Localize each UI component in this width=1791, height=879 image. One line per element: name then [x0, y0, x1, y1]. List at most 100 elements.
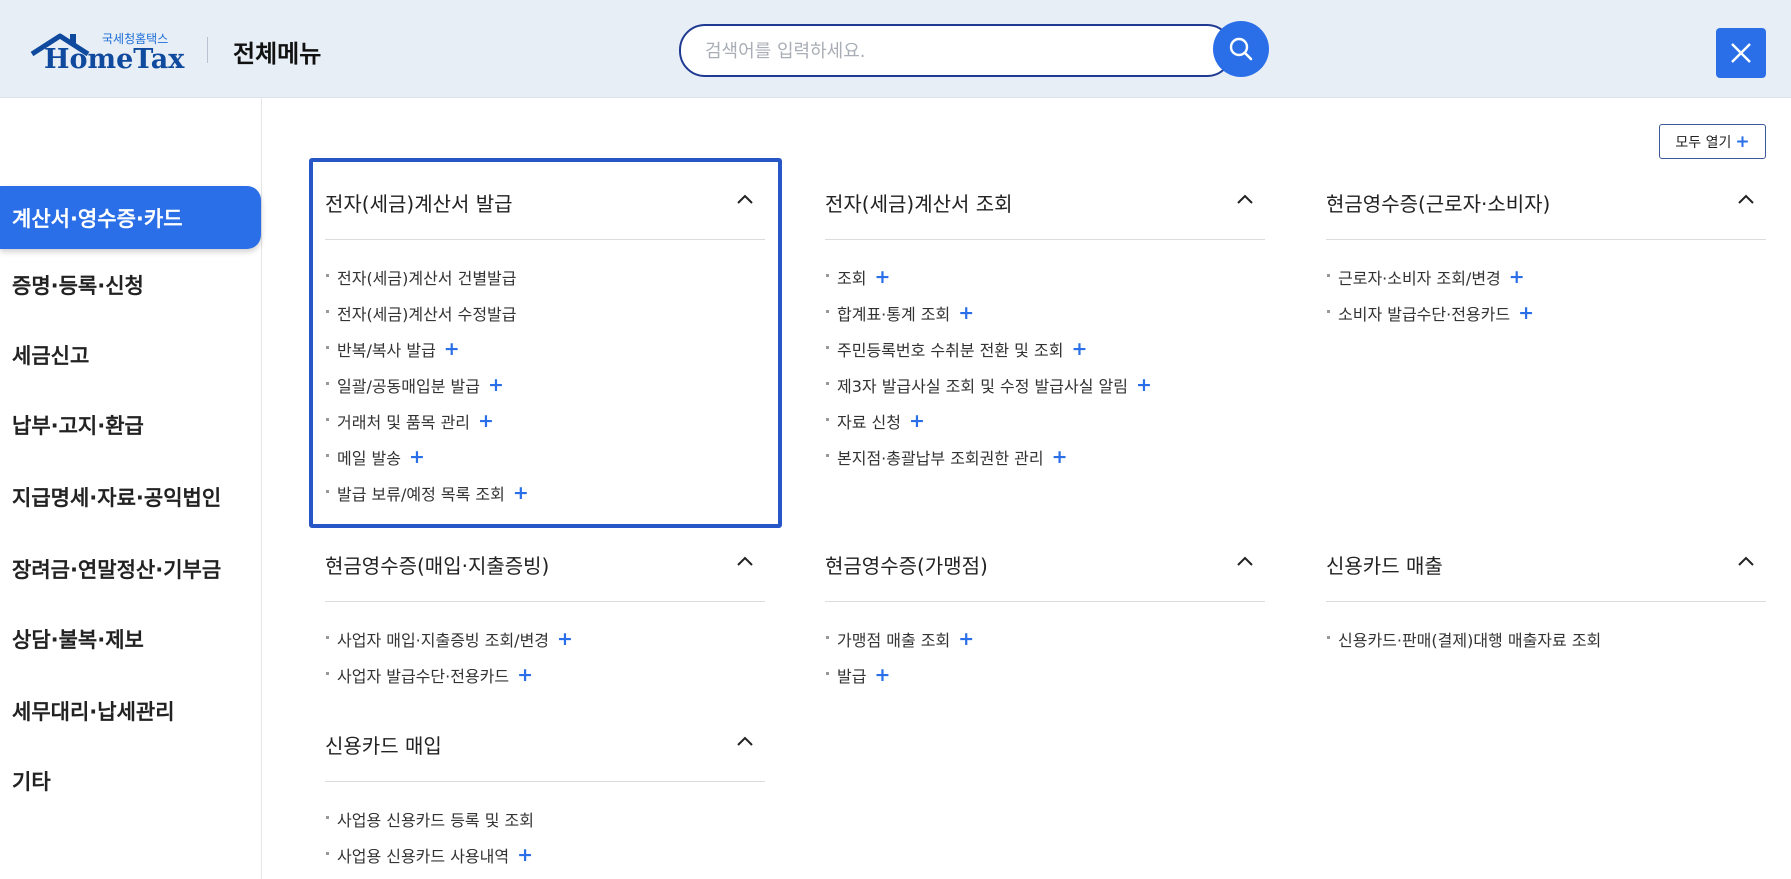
sidebar-item[interactable]: 세무대리·납세관리: [0, 679, 261, 743]
expand-plus-icon[interactable]: +: [488, 375, 504, 395]
chevron-up-icon[interactable]: [1738, 194, 1754, 204]
menu-link[interactable]: 근로자·소비자 조회/변경 +: [1326, 259, 1766, 295]
chevron-up-icon[interactable]: [737, 736, 753, 746]
section-header[interactable]: 전자(세금)계산서 조회: [825, 160, 1265, 240]
menu-link-label: 사업자 발급수단·전용카드: [337, 667, 510, 686]
menu-link[interactable]: 소비자 발급수단·전용카드 +: [1326, 295, 1766, 331]
expand-plus-icon[interactable]: +: [517, 845, 533, 865]
menu-link[interactable]: 가맹점 매출 조회 +: [825, 621, 1265, 657]
menu-link-label: 가맹점 매출 조회: [837, 631, 951, 650]
menu-link-label: 메일 발송: [337, 449, 401, 468]
hometax-logo[interactable]: 국세청홈택스 HomeTax: [28, 26, 188, 76]
expand-plus-icon[interactable]: +: [1518, 303, 1534, 323]
menu-link-label: 신용카드·판매(결제)대행 매출자료 조회: [1338, 631, 1602, 650]
expand-plus-icon[interactable]: +: [1052, 447, 1068, 467]
menu-link[interactable]: 반복/복사 발급 +: [325, 331, 765, 367]
expand-plus-icon[interactable]: +: [874, 267, 890, 287]
search-icon: [1229, 37, 1253, 61]
menu-link-label: 제3자 발급사실 조회 및 수정 발급사실 알림: [837, 377, 1128, 396]
menu-link[interactable]: 사업용 신용카드 등록 및 조회: [325, 801, 765, 837]
menu-link[interactable]: 사업자 발급수단·전용카드 +: [325, 657, 765, 693]
close-button[interactable]: [1716, 28, 1766, 78]
menu-link[interactable]: 신용카드·판매(결제)대행 매출자료 조회: [1326, 621, 1766, 657]
close-icon: [1731, 43, 1751, 63]
open-all-label: 모두 열기: [1675, 134, 1732, 151]
expand-plus-icon[interactable]: +: [478, 411, 494, 431]
expand-plus-icon[interactable]: +: [1509, 267, 1525, 287]
expand-plus-icon[interactable]: +: [513, 483, 529, 503]
menu-link-label: 발급: [837, 667, 867, 686]
expand-plus-icon[interactable]: +: [409, 447, 425, 467]
sidebar-item[interactable]: 기타: [0, 749, 261, 813]
section-header[interactable]: 현금영수증(가맹점): [825, 522, 1265, 602]
section-item-list: 신용카드·판매(결제)대행 매출자료 조회: [1326, 602, 1766, 657]
section-header[interactable]: 신용카드 매출: [1326, 522, 1766, 602]
search-box: [679, 24, 1233, 77]
menu-link-label: 소비자 발급수단·전용카드: [1338, 305, 1511, 324]
chevron-up-icon[interactable]: [737, 194, 753, 204]
expand-plus-icon[interactable]: +: [1071, 339, 1087, 359]
section-header[interactable]: 현금영수증(근로자·소비자): [1326, 160, 1766, 240]
menu-section: 신용카드 매출신용카드·판매(결제)대행 매출자료 조회: [1326, 522, 1766, 657]
chevron-up-icon[interactable]: [1237, 194, 1253, 204]
sidebar-item[interactable]: 증명·등록·신청: [0, 253, 261, 317]
expand-plus-icon[interactable]: +: [909, 411, 925, 431]
sidebar-item[interactable]: 세금신고: [0, 323, 261, 387]
expand-plus-icon[interactable]: +: [958, 629, 974, 649]
menu-link[interactable]: 발급 +: [825, 657, 1265, 693]
search-input[interactable]: [705, 38, 1165, 64]
search-button[interactable]: [1213, 21, 1269, 77]
menu-link-label: 사업자 매입·지출증빙 조회/변경: [337, 631, 550, 650]
sidebar-item[interactable]: 계산서·영수증·카드: [0, 186, 261, 249]
menu-link[interactable]: 거래처 및 품목 관리 +: [325, 403, 765, 439]
section-item-list: 조회 + 합계표·통계 조회 + 주민등록번호 수취분 전환 및 조회 + 제3자 발급사실…: [825, 240, 1265, 475]
menu-section: 신용카드 매입사업용 신용카드 등록 및 조회 사업용 신용카드 사용내역 +: [325, 702, 765, 873]
menu-link-label: 근로자·소비자 조회/변경: [1338, 269, 1501, 288]
menu-link[interactable]: 전자(세금)계산서 건별발급: [325, 259, 765, 295]
expand-plus-icon[interactable]: +: [1136, 375, 1152, 395]
expand-plus-icon[interactable]: +: [444, 339, 460, 359]
menu-link-label: 전자(세금)계산서 수정발급: [337, 305, 517, 324]
menu-link[interactable]: 제3자 발급사실 조회 및 수정 발급사실 알림 +: [825, 367, 1265, 403]
menu-link-label: 반복/복사 발급: [337, 341, 436, 360]
menu-link-label: 전자(세금)계산서 건별발급: [337, 269, 517, 288]
sidebar-item[interactable]: 장려금·연말정산·기부금: [0, 537, 261, 601]
header-bar: 국세청홈택스 HomeTax 전체메뉴: [0, 0, 1791, 98]
section-header[interactable]: 신용카드 매입: [325, 702, 765, 782]
page-title: 전체메뉴: [233, 40, 322, 68]
expand-plus-icon[interactable]: +: [874, 665, 890, 685]
menu-link[interactable]: 메일 발송 +: [325, 439, 765, 475]
chevron-up-icon[interactable]: [737, 556, 753, 566]
menu-link[interactable]: 주민등록번호 수취분 전환 및 조회 +: [825, 331, 1265, 367]
expand-plus-icon[interactable]: +: [557, 629, 573, 649]
open-all-button[interactable]: 모두 열기 +: [1659, 124, 1766, 159]
menu-link[interactable]: 사업자 매입·지출증빙 조회/변경 +: [325, 621, 765, 657]
sidebar-item[interactable]: 상담·불복·제보: [0, 607, 261, 671]
section-title: 현금영수증(근로자·소비자): [1326, 192, 1551, 216]
menu-section: 전자(세금)계산서 발급전자(세금)계산서 건별발급전자(세금)계산서 수정발급…: [325, 160, 765, 511]
menu-link[interactable]: 사업용 신용카드 사용내역 +: [325, 837, 765, 873]
sidebar-item[interactable]: 지급명세·자료·공익법인: [0, 465, 261, 529]
sidebar-item[interactable]: 납부·고지·환급: [0, 393, 261, 457]
header-divider: [207, 37, 208, 63]
section-title: 전자(세금)계산서 발급: [325, 192, 513, 216]
menu-link[interactable]: 자료 신청 +: [825, 403, 1265, 439]
section-header[interactable]: 전자(세금)계산서 발급: [325, 160, 765, 240]
menu-section: 현금영수증(근로자·소비자) 근로자·소비자 조회/변경 + 소비자 발급수단·전용카…: [1326, 160, 1766, 331]
chevron-up-icon[interactable]: [1237, 556, 1253, 566]
menu-link[interactable]: 전자(세금)계산서 수정발급: [325, 295, 765, 331]
menu-link[interactable]: 본지점·총괄납부 조회권한 관리 +: [825, 439, 1265, 475]
section-item-list: 사업용 신용카드 등록 및 조회 사업용 신용카드 사용내역 +: [325, 782, 765, 873]
menu-link[interactable]: 합계표·통계 조회 +: [825, 295, 1265, 331]
expand-plus-icon[interactable]: +: [517, 665, 533, 685]
menu-link[interactable]: 일괄/공동매입분 발급 +: [325, 367, 765, 403]
menu-link-label: 조회: [837, 269, 867, 288]
section-title: 신용카드 매입: [325, 734, 442, 758]
section-header[interactable]: 현금영수증(매입·지출증빙): [325, 522, 765, 602]
menu-link[interactable]: 발급 보류/예정 목록 조회 +: [325, 475, 765, 511]
chevron-up-icon[interactable]: [1738, 556, 1754, 566]
section-item-list: 근로자·소비자 조회/변경 + 소비자 발급수단·전용카드 +: [1326, 240, 1766, 331]
expand-plus-icon[interactable]: +: [958, 303, 974, 323]
menu-link-label: 일괄/공동매입분 발급: [337, 377, 480, 396]
menu-link[interactable]: 조회 +: [825, 259, 1265, 295]
